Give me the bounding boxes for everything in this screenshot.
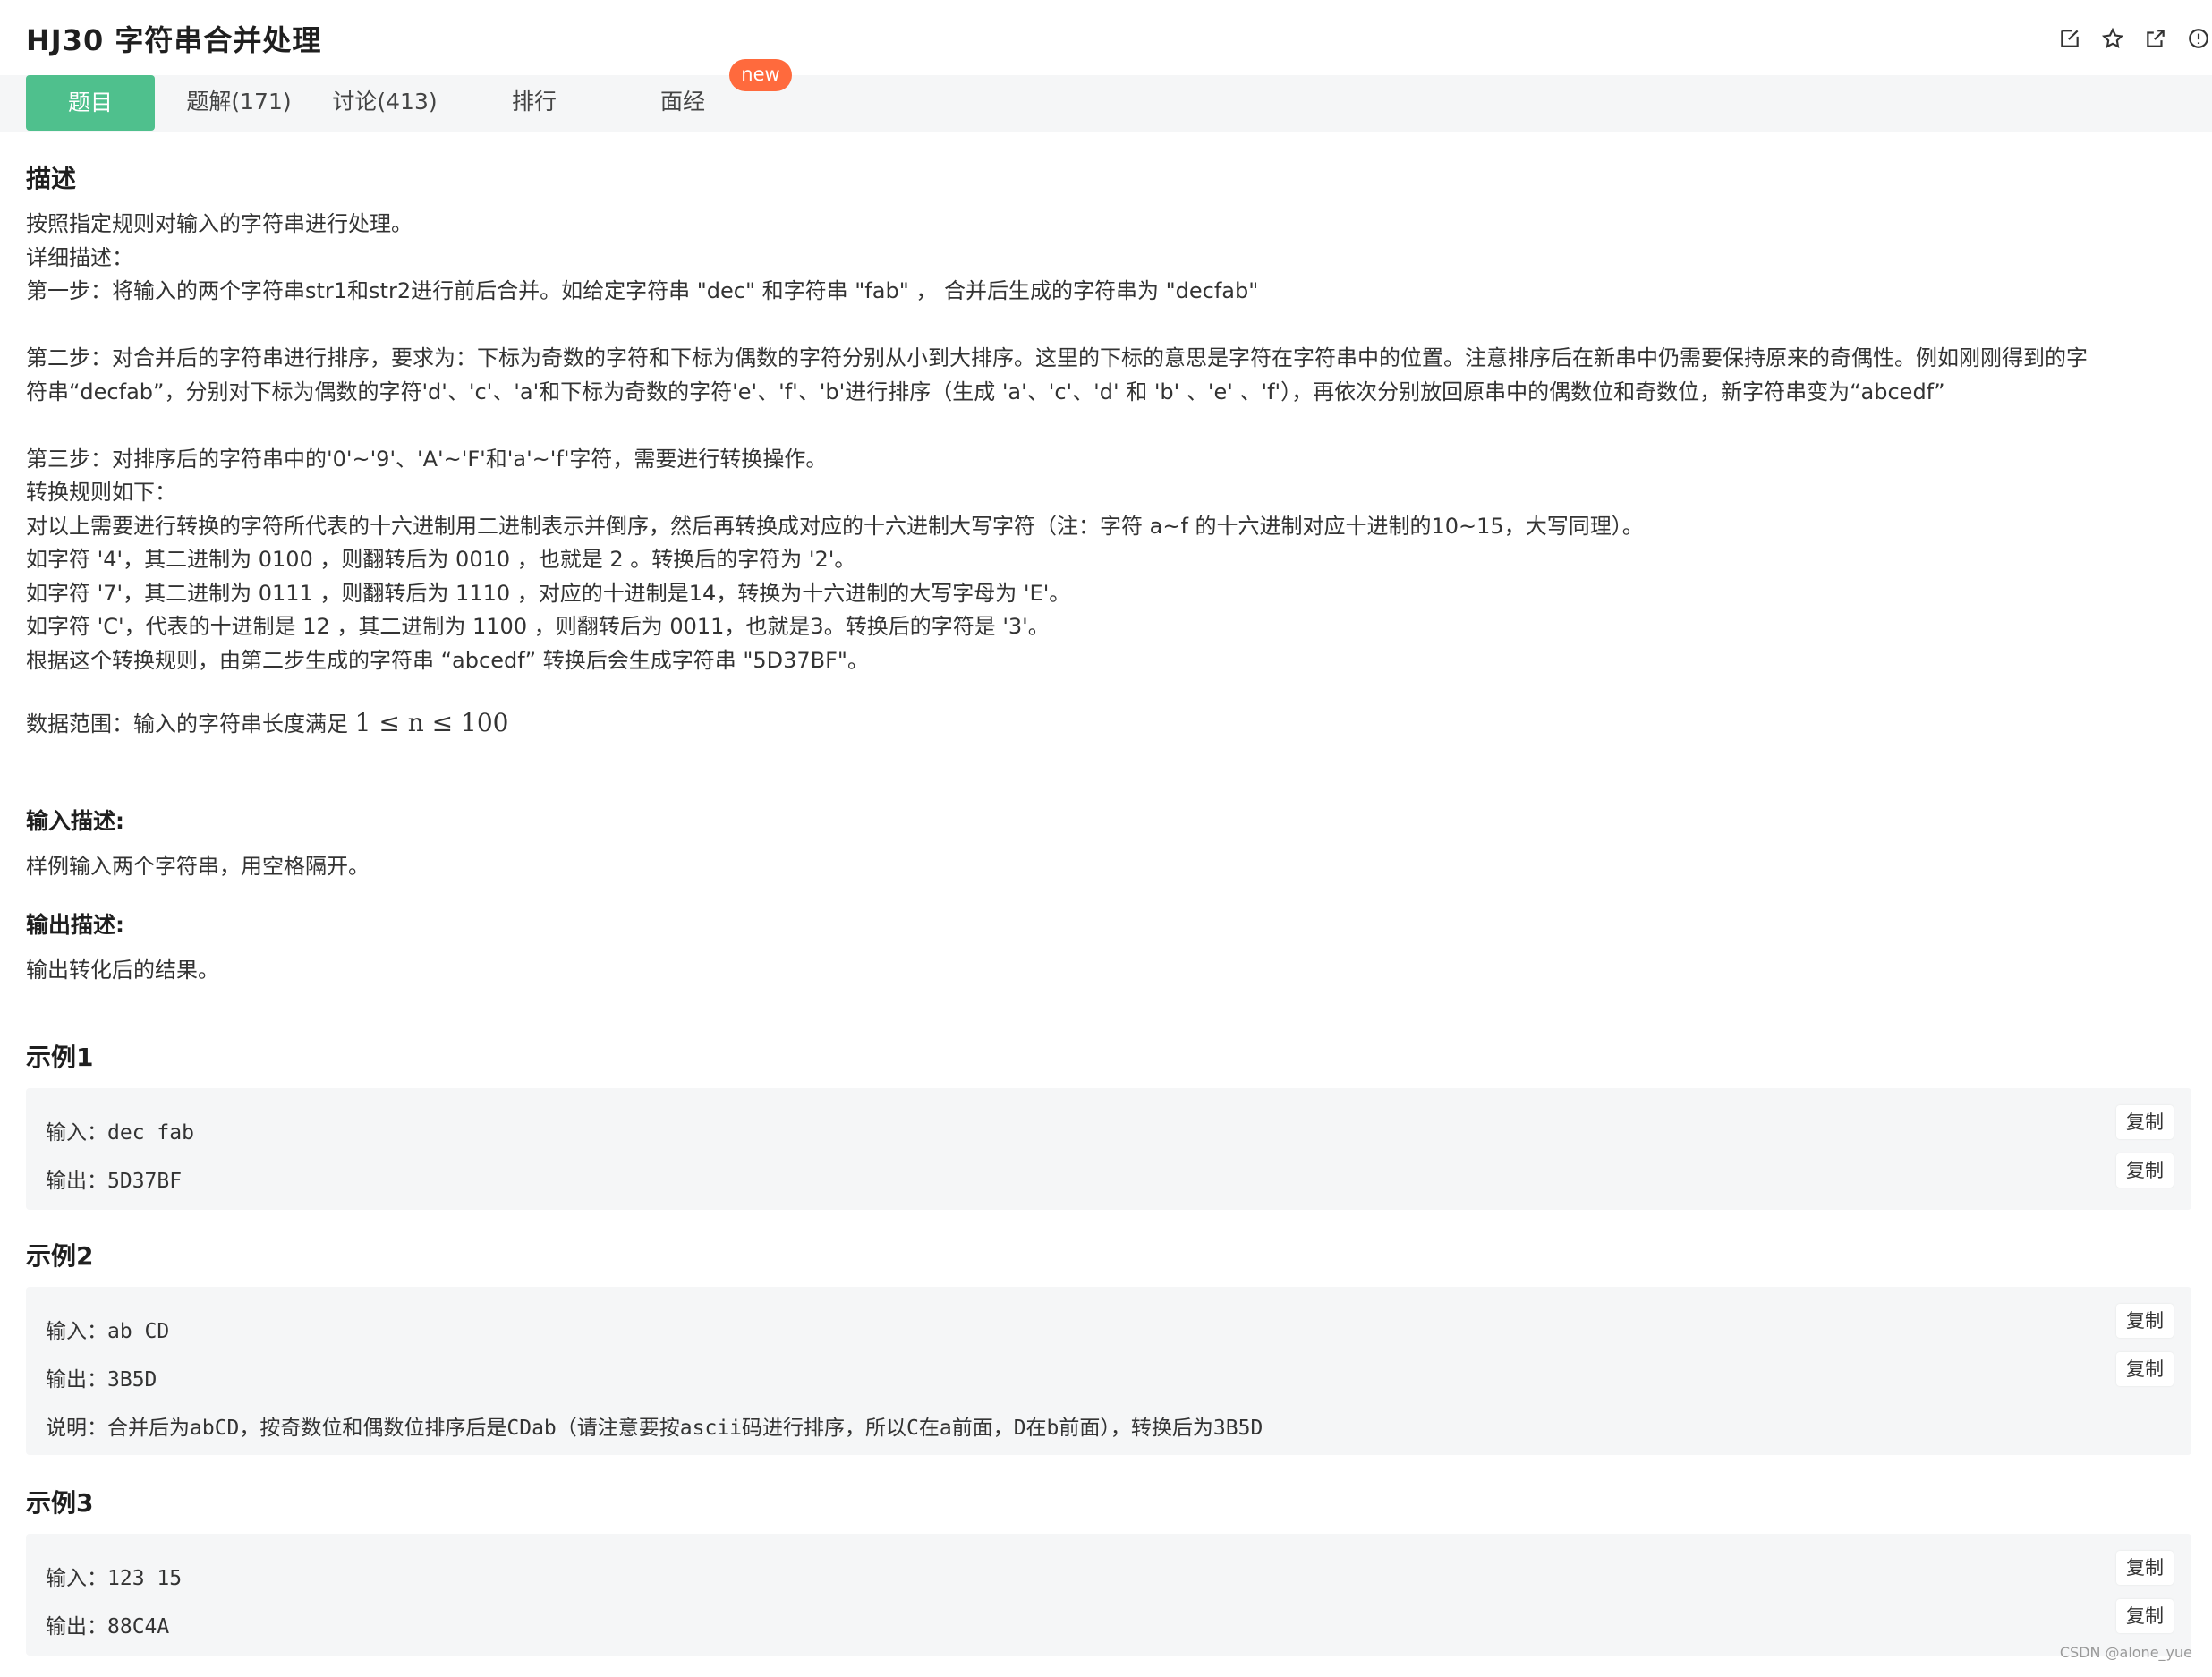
input-desc-heading: 输入描述: <box>26 808 124 834</box>
tab-problem[interactable]: 题目 <box>26 75 155 131</box>
copy-input-button[interactable]: 复制 <box>2116 1105 2174 1139</box>
input-desc-text: 样例输入两个字符串，用空格隔开。 <box>26 854 370 879</box>
example-output: 输出：88C4A <box>46 1609 169 1639</box>
example-note-value: 合并后为abCD，按奇数位和偶数位排序后是CDab（请注意要按ascii码进行排… <box>107 1417 1263 1440</box>
example-input: 输入：dec fab <box>46 1115 194 1145</box>
tab-interview[interactable]: 面经 <box>620 75 745 129</box>
example-note-label: 说明： <box>46 1417 107 1440</box>
tab-bar: 题目 题解(171) 讨论(413) 排行 面经 <box>0 75 2212 132</box>
example-output-label: 输出： <box>46 1615 107 1639</box>
description-line: 转换规则如下： <box>26 480 176 505</box>
data-range-label: 数据范围：输入的字符串长度满足 <box>26 711 355 736</box>
tab-ranking[interactable]: 排行 <box>472 75 597 129</box>
example-input-label: 输入： <box>46 1121 107 1145</box>
output-desc-text: 输出转化后的结果。 <box>26 958 219 983</box>
description-blank <box>26 409 2088 443</box>
description-line: 第一步：将输入的两个字符串str1和str2进行前后合并。如给定字符串 "dec… <box>26 278 1259 303</box>
example-output-label: 输出： <box>46 1170 107 1193</box>
tab-discussion[interactable]: 讨论(413) <box>322 75 447 129</box>
example-input: 输入：ab CD <box>46 1314 169 1344</box>
description-line: 如字符 '4'，其二进制为 0100 ，则翻转后为 0010 ，也就是 2 。转… <box>26 547 856 572</box>
description-line: 第二步：对合并后的字符串进行排序，要求为：下标为奇数的字符和下标为偶数的字符分别… <box>26 345 2088 370</box>
description-line: 按照指定规则对输入的字符串进行处理。 <box>26 211 413 236</box>
example-box: 输入：123 15 复制 输出：88C4A 复制 <box>26 1534 2191 1656</box>
copy-output-button[interactable]: 复制 <box>2116 1153 2174 1188</box>
example-output-label: 输出： <box>46 1368 107 1392</box>
edit-icon[interactable] <box>2056 25 2083 52</box>
page-title: HJ30 字符串合并处理 <box>26 23 322 57</box>
tab-solutions[interactable]: 题解(171) <box>176 75 302 129</box>
example-input-value: 123 15 <box>107 1567 183 1590</box>
example-title: 示例3 <box>26 1488 94 1518</box>
example-output-value: 3B5D <box>107 1368 157 1392</box>
example-output-value: 88C4A <box>107 1615 170 1639</box>
description-line: 如字符 'C'，代表的十进制是 12 ，其二进制为 1100 ，则翻转后为 00… <box>26 614 1050 639</box>
description-line: 符串“decfab”，分别对下标为偶数的字符'd'、'c'、'a'和下标为奇数的… <box>26 379 1945 404</box>
description-body: 按照指定规则对输入的字符串进行处理。 详细描述： 第一步：将输入的两个字符串st… <box>26 208 2088 677</box>
copy-output-button[interactable]: 复制 <box>2116 1599 2174 1633</box>
copy-input-button[interactable]: 复制 <box>2116 1551 2174 1585</box>
description-line: 第三步：对排序后的字符串中的'0'~'9'、'A'~'F'和'a'~'f'字符，… <box>26 446 828 472</box>
example-input-value: ab CD <box>107 1320 170 1343</box>
header-actions <box>2056 25 2212 52</box>
data-range: 数据范围：输入的字符串长度满足 1 ≤ n ≤ 100 <box>26 706 508 742</box>
share-icon[interactable] <box>2142 25 2169 52</box>
example-note: 说明：合并后为abCD，按奇数位和偶数位排序后是CDab（请注意要按ascii码… <box>46 1410 1263 1441</box>
copy-input-button[interactable]: 复制 <box>2116 1304 2174 1338</box>
watermark: CSDN @alone_yue <box>2059 1644 2192 1661</box>
description-blank <box>26 309 2088 343</box>
example-output-value: 5D37BF <box>107 1170 183 1193</box>
info-icon[interactable] <box>2185 25 2212 52</box>
star-icon[interactable] <box>2099 25 2126 52</box>
description-line: 详细描述： <box>26 244 133 270</box>
example-input-label: 输入： <box>46 1320 107 1343</box>
page-header: HJ30 字符串合并处理 <box>0 0 2212 75</box>
example-box: 输入：ab CD 复制 输出：3B5D 复制 说明：合并后为abCD，按奇数位和… <box>26 1287 2191 1455</box>
description-heading: 描述 <box>26 164 77 193</box>
new-badge: new <box>729 59 792 91</box>
example-title: 示例1 <box>26 1043 94 1072</box>
description-line: 如字符 '7'，其二进制为 0111 ，则翻转后为 1110 ，对应的十进制是1… <box>26 580 1071 606</box>
example-input: 输入：123 15 <box>46 1561 182 1591</box>
example-output: 输出：3B5D <box>46 1362 157 1392</box>
example-title: 示例2 <box>26 1241 94 1271</box>
description-line: 对以上需要进行转换的字符所代表的十六进制用二进制表示并倒序，然后再转换成对应的十… <box>26 513 1644 539</box>
example-box: 输入：dec fab 复制 输出：5D37BF 复制 <box>26 1088 2191 1210</box>
copy-output-button[interactable]: 复制 <box>2116 1352 2174 1386</box>
example-output: 输出：5D37BF <box>46 1163 182 1194</box>
output-desc-heading: 输出描述: <box>26 912 124 938</box>
data-range-formula: 1 ≤ n ≤ 100 <box>354 708 509 737</box>
example-input-value: dec fab <box>107 1121 194 1145</box>
description-line: 根据这个转换规则，由第二步生成的字符串 “abcedf” 转换后会生成字符串 "… <box>26 647 869 673</box>
example-input-label: 输入： <box>46 1567 107 1590</box>
